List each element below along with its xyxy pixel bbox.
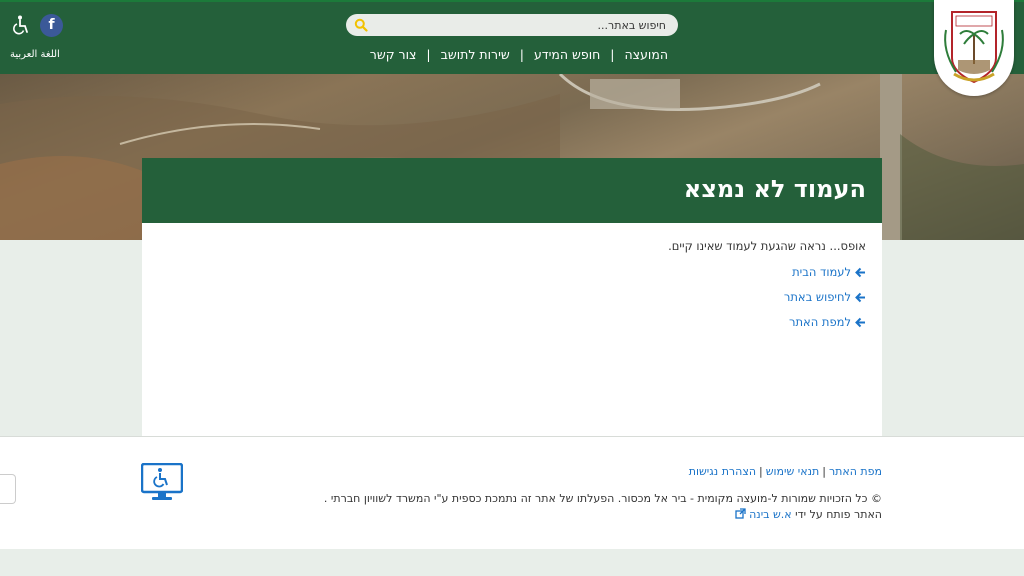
home-link-label[interactable]: לעמוד הבית <box>792 265 851 279</box>
footer-link-sitemap[interactable]: מפת האתר <box>829 465 882 478</box>
side-widget-tab[interactable] <box>0 474 16 504</box>
sitemap-link-label[interactable]: למפת האתר <box>789 315 851 329</box>
bottom-strip <box>0 549 1024 576</box>
developer-prefix: האתר פותח על ידי <box>795 508 882 521</box>
search-link[interactable]: לחיפוש באתר <box>142 290 866 304</box>
accessibility-icon[interactable] <box>12 15 30 35</box>
external-link-icon <box>734 508 746 519</box>
footer-link-accessibility[interactable]: הצהרת נגישות <box>689 465 756 478</box>
main-nav: המועצה | חופש המידע | שירות לתושב | צור … <box>356 46 668 62</box>
search-input[interactable] <box>386 14 666 36</box>
nav-item-resident-service[interactable]: שירות לתושב <box>441 47 510 62</box>
arabic-language-link[interactable]: اللغة العربية <box>10 49 60 60</box>
footer-separator: | <box>822 465 826 478</box>
developer-link[interactable]: א.ש בינה <box>749 508 792 521</box>
accessibility-monitor-icon[interactable] <box>141 463 183 501</box>
card-body: אופס... נראה שהגעת לעמוד שאינו קיים. לעמ… <box>142 223 882 329</box>
developer-credit: האתר פותח על ידי א.ש בינה <box>734 508 882 521</box>
page-title: העמוד לא נמצא <box>683 175 866 203</box>
arrow-left-icon <box>855 317 865 327</box>
council-logo[interactable] <box>934 0 1014 96</box>
copyright-text: © כל הזכויות שמורות ל-מועצה מקומית - ביר… <box>323 492 882 505</box>
nav-item-contact[interactable]: צור קשר <box>370 47 417 62</box>
footer-link-terms[interactable]: תנאי שימוש <box>766 465 819 478</box>
nav-separator: | <box>426 46 431 62</box>
not-found-card: העמוד לא נמצא אופס... נראה שהגעת לעמוד ש… <box>142 158 882 436</box>
nav-item-council[interactable]: המועצה <box>625 47 668 62</box>
search-bar[interactable] <box>346 14 678 36</box>
arrow-left-icon <box>855 292 865 302</box>
footer-separator: | <box>759 465 763 478</box>
nav-separator: | <box>519 46 524 62</box>
arrow-left-icon <box>855 267 865 277</box>
error-message: אופס... נראה שהגעת לעמוד שאינו קיים. <box>668 239 866 253</box>
nav-separator: | <box>610 46 615 62</box>
search-icon[interactable] <box>354 18 368 32</box>
logo-emblem <box>944 11 1004 84</box>
card-header: העמוד לא נמצא <box>142 158 882 223</box>
sitemap-link[interactable]: למפת האתר <box>142 315 866 329</box>
footer-links: מפת האתר|תנאי שימוש|הצהרת נגישות <box>689 465 882 478</box>
facebook-icon[interactable]: f <box>40 14 63 37</box>
search-link-label[interactable]: לחיפוש באתר <box>784 290 851 304</box>
nav-item-freedom-of-info[interactable]: חופש המידע <box>534 47 600 62</box>
site-footer: מפת האתר|תנאי שימוש|הצהרת נגישות © כל הז… <box>0 436 1024 549</box>
site-header: המועצה | חופש המידע | שירות לתושב | צור … <box>0 0 1024 74</box>
home-link[interactable]: לעמוד הבית <box>142 265 866 279</box>
